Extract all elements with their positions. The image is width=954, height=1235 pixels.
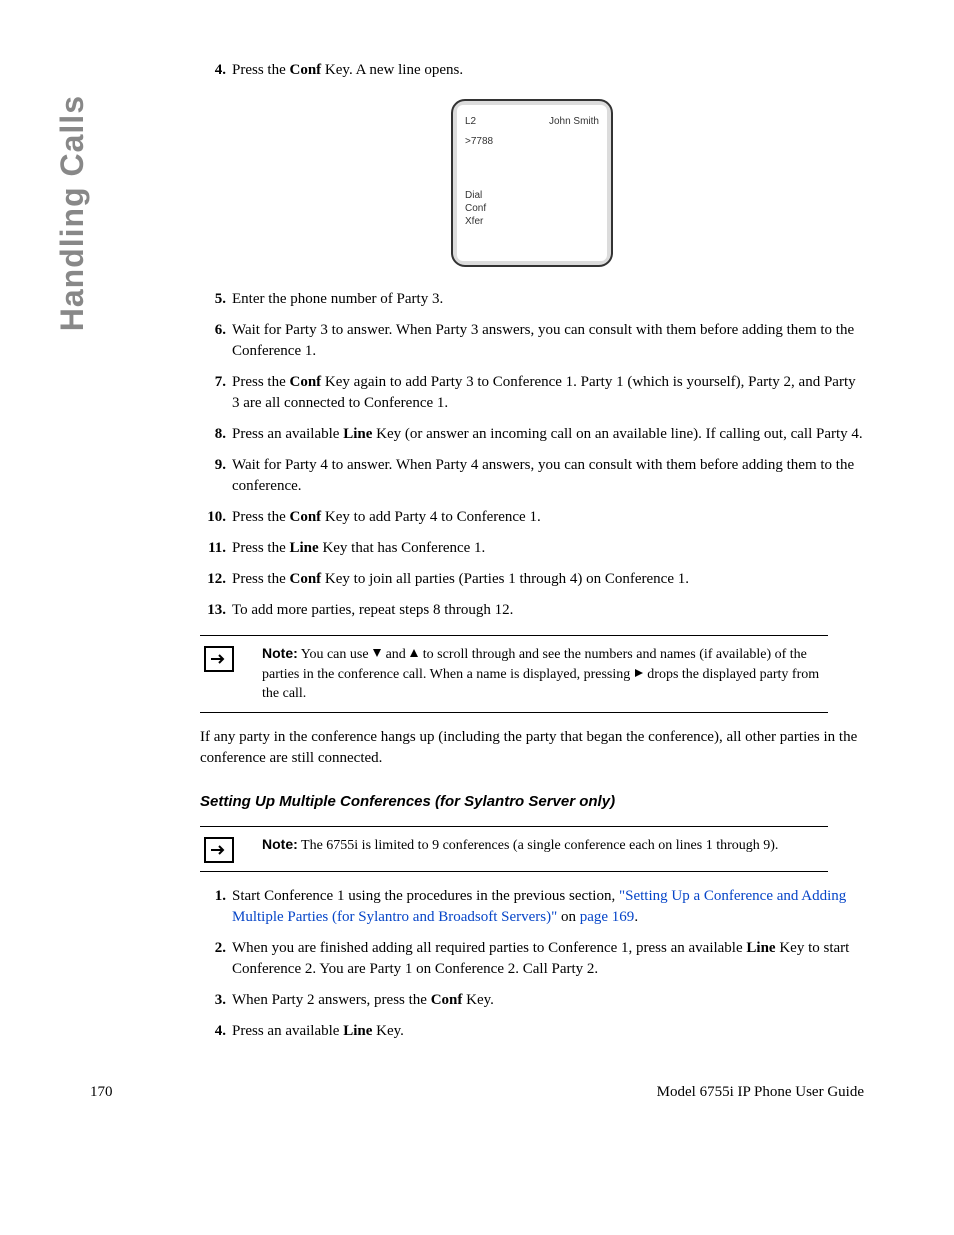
note-label: Note:	[262, 836, 298, 852]
softkey-dial: Dial	[465, 189, 599, 202]
phone-caller-name: John Smith	[549, 115, 599, 129]
step-4: 4. Press the Conf Key. A new line opens.	[200, 60, 864, 81]
step-b4: 4.Press an available Line Key.	[200, 1021, 864, 1042]
footer-title: Model 6755i IP Phone User Guide	[657, 1082, 864, 1103]
steps-list-b: 1. Start Conference 1 using the procedur…	[200, 886, 864, 1042]
steps-list-a-cont: 5.Enter the phone number of Party 3. 6.W…	[200, 289, 864, 621]
subheading-multiple-conf: Setting Up Multiple Conferences (for Syl…	[200, 791, 864, 812]
step-text: Press the Conf Key. A new line opens.	[232, 60, 864, 81]
softkey-conf: Conf	[465, 202, 599, 215]
step-8: 8.Press an available Line Key (or answer…	[200, 424, 864, 445]
page-number: 170	[90, 1082, 113, 1103]
triangle-up-icon	[409, 645, 419, 665]
note-box-1: Note: You can use and to scroll through …	[200, 635, 828, 713]
step-11: 11.Press the Line Key that has Conferenc…	[200, 538, 864, 559]
step-b2: 2.When you are finished adding all requi…	[200, 938, 864, 980]
step-b3: 3.When Party 2 answers, press the Conf K…	[200, 990, 864, 1011]
note-box-2: Note: The 6755i is limited to 9 conferen…	[200, 826, 828, 872]
step-b1: 1. Start Conference 1 using the procedur…	[200, 886, 864, 928]
phone-screen-illustration: L2 John Smith >7788 Dial Conf Xfer	[451, 99, 613, 267]
phone-line-label: L2	[465, 115, 476, 129]
page-content: 4. Press the Conf Key. A new line opens.…	[200, 60, 864, 1042]
note-text-2: Note: The 6755i is limited to 9 conferen…	[262, 835, 824, 856]
note-label: Note:	[262, 645, 298, 661]
triangle-down-icon	[372, 645, 382, 665]
step-6: 6.Wait for Party 3 to answer. When Party…	[200, 320, 864, 362]
phone-inner: L2 John Smith >7788 Dial Conf Xfer	[457, 105, 607, 261]
step-12: 12.Press the Conf Key to join all partie…	[200, 569, 864, 590]
step-5: 5.Enter the phone number of Party 3.	[200, 289, 864, 310]
phone-softkeys: Dial Conf Xfer	[465, 189, 599, 228]
paragraph-hangup: If any party in the conference hangs up …	[200, 727, 864, 769]
section-side-title: Handling Calls	[50, 95, 95, 331]
link-page-169[interactable]: page 169	[580, 909, 635, 925]
triangle-right-icon	[634, 665, 644, 685]
arrow-right-icon	[204, 837, 234, 863]
step-13: 13.To add more parties, repeat steps 8 t…	[200, 600, 864, 621]
step-9: 9.Wait for Party 4 to answer. When Party…	[200, 455, 864, 497]
note-text-1: Note: You can use and to scroll through …	[262, 644, 824, 704]
steps-list-a: 4. Press the Conf Key. A new line opens.	[200, 60, 864, 81]
page-footer: 170 Model 6755i IP Phone User Guide	[90, 1082, 864, 1103]
arrow-right-icon	[204, 646, 234, 672]
step-10: 10.Press the Conf Key to add Party 4 to …	[200, 507, 864, 528]
step-7: 7.Press the Conf Key again to add Party …	[200, 372, 864, 414]
phone-number: >7788	[465, 135, 599, 149]
step-number: 4.	[200, 60, 232, 81]
softkey-xfer: Xfer	[465, 215, 599, 228]
